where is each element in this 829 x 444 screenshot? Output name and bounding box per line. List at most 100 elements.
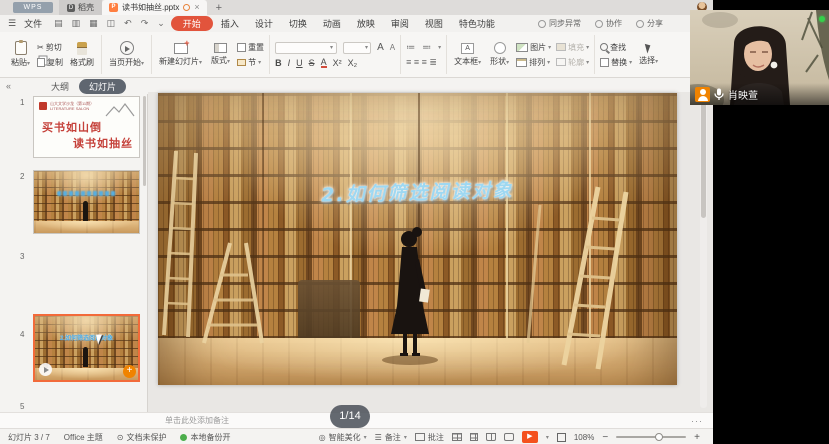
participant-video-tile[interactable]: 肖映萱 [690,10,829,105]
superscript-button[interactable]: X² [333,58,342,68]
zoom-slider-knob[interactable] [655,433,663,441]
thumb-play-icon[interactable] [39,363,52,376]
select-button[interactable]: 选择▾ [637,43,660,66]
picture-button[interactable]: 图片▾ [516,42,551,53]
current-slide[interactable]: 2.如何筛选阅读对象 [158,93,677,385]
decrease-font-icon[interactable]: A [390,43,395,52]
editing-canvas: 2.如何筛选阅读对象 [148,92,713,412]
library-overlay-art [158,93,677,385]
sync-status[interactable]: 同步异常 [538,18,581,29]
slide-thumbnail-2[interactable] [33,170,140,234]
smart-beautify-button[interactable]: ◎智能美化▾ [319,432,367,443]
tab-slides-active[interactable]: 幻灯片 [79,79,126,94]
close-tab-icon[interactable]: × [194,3,199,12]
theme-status[interactable]: Office 主题 [64,432,103,443]
comments-button[interactable]: 批注 [415,432,444,443]
menu-design[interactable]: 设计 [247,17,281,30]
thumb-add-slide-button[interactable]: + [123,365,136,378]
more-commands-icon[interactable]: ⌄ [157,18,165,29]
normal-view-icon[interactable] [452,433,462,441]
undo-icon[interactable]: ↶ [124,18,132,29]
print-icon[interactable]: ▦ [89,18,98,29]
format-painter-button[interactable]: 格式刷 [68,42,96,68]
arrange-button[interactable]: 排列▾ [516,57,551,68]
redo-icon[interactable]: ↷ [141,18,149,29]
menu-transition[interactable]: 切换 [281,17,315,30]
replace-button[interactable]: 替换▾ [600,57,632,68]
bold-button[interactable]: B [275,58,282,68]
new-slide-button[interactable]: 新建幻灯片▾ [157,43,204,67]
menu-insert[interactable]: 插入 [213,17,247,30]
backup-status[interactable]: 本地备份开 [180,432,230,443]
save-icon[interactable]: ▤ [54,18,63,29]
sidebar-scrollbar[interactable] [143,96,146,186]
increase-font-icon[interactable]: A [377,42,384,53]
notes-toggle-button[interactable]: ☰备注▾ [375,432,407,443]
underline-button[interactable]: U [296,58,303,68]
find-button[interactable]: 查找 [600,42,632,53]
bullets-icon[interactable]: ≔ [406,42,415,53]
ppt-file-icon: P [109,3,118,12]
layout-button[interactable]: 版式▾ [209,43,232,66]
tab-outline[interactable]: 大纲 [51,80,69,93]
zoom-slider[interactable] [616,436,686,438]
export-icon[interactable]: ▥ [72,18,81,29]
menu-home-active[interactable]: 开始 [171,16,213,31]
thumb3-caption: 2.如何筛选阅读对象 [40,333,133,342]
insert-group: A 文本框▾ 形状▾ 图片▾ 排列▾ 填充▾ 轮廓▾ [447,35,595,74]
canvas-scrollbar[interactable] [700,94,707,408]
fullscreen-icon[interactable] [557,433,566,442]
align-icons[interactable]: ≡ ≡ ≡ ≣ [406,57,437,68]
slideshow-play-button[interactable]: ▶ [522,431,538,443]
slide-sorter-icon[interactable] [470,433,478,441]
presenter-icon[interactable] [504,433,514,441]
menu-special-features[interactable]: 特色功能 [451,17,503,30]
slide-thumbnail-1[interactable]: 山大文学沙龙（第11期）LITERATURE SALON 买书如山倒 读书如抽丝 [33,96,140,158]
collaborate-button[interactable]: 协作 [595,18,622,29]
zoom-out-button[interactable]: − [602,432,608,443]
menu-file[interactable]: 文件 [16,17,50,30]
new-tab-button[interactable]: + [216,2,222,14]
menu-slideshow[interactable]: 放映 [349,17,383,30]
canvas-scrollbar-thumb[interactable] [701,100,706,218]
protection-status[interactable]: ⊙文档未保护 [117,432,167,443]
fill-button[interactable]: 填充▾ [556,42,589,53]
copy-button[interactable]: 复制 [37,57,63,68]
tab-document[interactable]: P 读书如抽丝.pptx × [102,0,207,15]
numbering-icon[interactable]: ≕ [422,42,431,53]
wps-logo-button[interactable]: WPS [13,2,53,13]
section-button[interactable]: 节▾ [237,57,264,68]
cut-button[interactable]: ✂剪切 [37,42,63,53]
text-box-button[interactable]: A 文本框▾ [452,43,483,67]
italic-button[interactable]: I [288,58,291,68]
font-name-select[interactable]: ▾ [275,42,337,54]
font-size-select[interactable]: ▾ [343,42,371,54]
menu-review[interactable]: 审阅 [383,17,417,30]
notes-placeholder[interactable]: 单击此处添加备注 [165,415,229,426]
shapes-button[interactable]: 形状▾ [488,42,511,67]
font-color-button[interactable]: A [321,58,327,68]
strikethrough-button[interactable]: S [309,58,315,68]
notes-more-icon[interactable]: ··· [691,416,703,426]
reset-button[interactable]: 重置 [237,42,264,53]
tab-docer[interactable]: D 稻壳 [59,0,102,15]
outline-button[interactable]: 轮廓▾ [556,57,589,68]
slide1-title-line2: 读书如抽丝 [73,135,133,151]
menu-animation[interactable]: 动画 [315,17,349,30]
share-button[interactable]: 分享 [636,18,663,29]
page-indicator-pill: 1/14 [330,405,370,428]
menu-view[interactable]: 视图 [417,17,451,30]
play-from-current-button[interactable]: 当页开始▾ [107,41,146,68]
hamburger-icon[interactable]: ☰ [8,18,16,29]
slideshow-options-icon[interactable]: ▾ [546,434,549,441]
zoom-in-button[interactable]: + [694,432,700,443]
reading-view-icon[interactable] [486,433,496,441]
slide-thumbnail-3-selected[interactable]: 2.如何筛选阅读对象 + [33,314,140,382]
figure-silhouette [83,347,88,367]
subscript-button[interactable]: X₂ [348,58,358,68]
paste-button[interactable]: 粘贴▾ [9,41,32,68]
zoom-level[interactable]: 108% [574,433,594,442]
preview-icon[interactable]: ◫ [107,18,116,29]
beautify-icon: ◎ [319,433,326,442]
collapse-sidebar-icon[interactable]: « [6,81,11,91]
